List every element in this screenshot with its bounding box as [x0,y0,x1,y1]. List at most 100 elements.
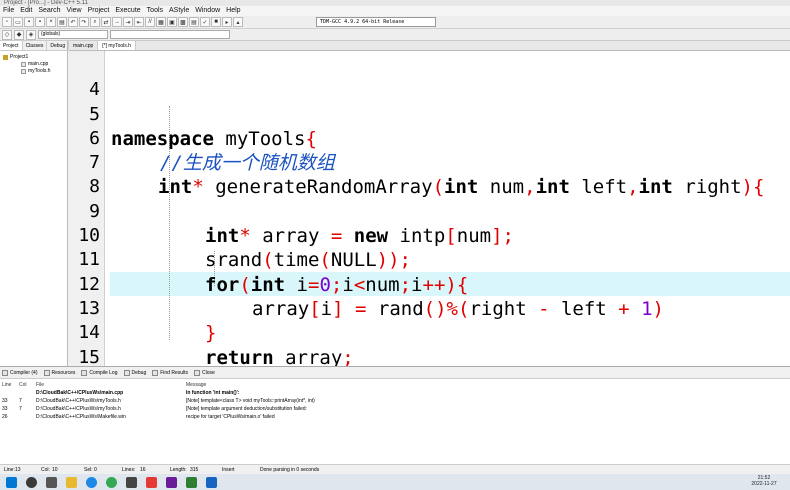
menu-bar: File Edit Search View Project Execute To… [0,6,790,16]
tree-item-project[interactable]: Project1 [3,54,64,61]
new-class-icon[interactable]: ◇ [2,29,12,40]
find-results-icon [152,369,159,376]
system-clock[interactable]: 21:52 2022-11-27 [744,475,784,487]
indent-icon[interactable]: ⇥ [123,17,133,27]
find-icon[interactable]: ⌕ [90,17,100,27]
code-line: 7 int* generateRandomArray(int num,int l… [69,127,790,198]
table-row[interactable]: 33 7 D:\CloudBak\C++\CPlusWs\myTools.h [… [0,397,790,405]
menu-file[interactable]: File [0,6,17,16]
close-icon [194,369,201,376]
goto-icon[interactable]: → [112,17,122,27]
replace-icon[interactable]: ⇄ [101,17,111,27]
app-icon[interactable] [126,476,137,488]
save-icon[interactable]: ▪ [24,17,34,27]
file-icon [21,62,26,67]
stop-icon[interactable]: ■ [211,17,221,27]
toggle-comment-icon[interactable]: // [145,17,155,27]
run-icon[interactable]: ▣ [167,17,177,27]
project-icon [3,55,8,60]
undo-icon[interactable]: ↶ [68,17,78,27]
open-folder-icon[interactable]: ▭ [13,17,23,27]
tab-debug[interactable]: Debug [47,41,70,50]
table-row[interactable]: 33 7 D:\CloudBak\C++\CPlusWs\myTools.h [… [0,405,790,413]
code-line: 16 } [69,346,790,366]
menu-help[interactable]: Help [223,6,243,16]
tab-resources[interactable]: Resources [43,367,75,378]
code-line: 9 int* array = new intp[num]; [69,176,790,247]
secondary-toolbar: ◇ ◆ ◈ (globals) [0,29,790,41]
members-select[interactable] [110,30,230,39]
status-bar: Line: 13 Col: 10 Sel: 0 Lines: 16 Length… [0,464,790,474]
compiler-panel: Compiler (4) Resources Compile Log Debug… [0,366,790,464]
menu-project[interactable]: Project [85,6,113,16]
code-line: 8 [69,151,790,197]
project-panel: Project Classes Debug Project1 main.cpp … [0,41,70,366]
app-icon[interactable] [146,476,157,488]
menu-execute[interactable]: Execute [112,6,143,16]
code-line: 14 return array; [69,297,790,366]
menu-window[interactable]: Window [192,6,223,16]
bookmark-icon[interactable]: ◈ [26,29,36,40]
search-icon[interactable] [26,476,37,488]
compiler-messages-table: Line Col File Message D:\CloudBak\C++\CP… [0,381,790,421]
menu-tools[interactable]: Tools [144,6,166,16]
compile-run-icon[interactable]: ▩ [178,17,188,27]
menu-astyle[interactable]: AStyle [166,6,192,16]
code-line: 11 for(int i=0;i<num;i++){ [69,224,790,295]
redo-icon[interactable]: ↷ [79,17,89,27]
tab-classes[interactable]: Classes [23,41,48,50]
save-all-icon[interactable]: ▪ [35,17,45,27]
close-panel-button[interactable]: Close [194,367,215,378]
windows-taskbar [0,474,790,490]
debug-icon[interactable]: ▸ [222,17,232,27]
tab-mytools-h[interactable]: [*] myTools.h [98,41,136,50]
tree-item-main-cpp[interactable]: main.cpp [3,61,64,68]
tab-project[interactable]: Project [0,41,23,50]
table-row[interactable]: 26 D:\CloudBak\C++\CPlusWs\Makefile.win … [0,413,790,421]
code-line: 4 [69,54,790,100]
compiler-select[interactable]: TDM-GCC 4.9.2 64-bit Release [316,17,436,27]
tab-find-results[interactable]: Find Results [152,367,188,378]
menu-edit[interactable]: Edit [17,6,35,16]
tree-item-mytools-h[interactable]: myTools.h [3,68,64,75]
project-tree: Project1 main.cpp myTools.h [0,51,67,78]
menu-search[interactable]: Search [35,6,63,16]
code-line: 12 array[i] = rand()%(right - left + 1) [69,248,790,320]
table-header: Line Col File Message [2,382,207,388]
tab-main-cpp[interactable]: main.cpp [69,41,99,50]
new-file-icon[interactable]: ▫ [2,17,12,27]
edge-icon[interactable] [86,476,97,488]
code-line: 6 //生成一个随机数组 [69,103,790,174]
start-icon[interactable] [6,476,17,488]
resources-icon [43,369,50,376]
chrome-icon[interactable] [106,476,117,488]
compile-log-icon [81,369,88,376]
profile-icon[interactable]: ▴ [233,17,243,27]
file-explorer-icon[interactable] [66,476,77,488]
check-icon[interactable]: ✓ [200,17,210,27]
code-line: 10 srand(time(NULL)); [69,200,790,271]
debug-icon [123,369,130,376]
close-file-icon[interactable]: × [46,17,56,27]
compiler-icon [2,369,8,376]
task-view-icon[interactable] [46,476,57,488]
clock-date: 2022-11-27 [751,481,777,487]
devcpp-icon[interactable] [206,476,217,488]
unindent-icon[interactable]: ⇤ [134,17,144,27]
globals-select[interactable]: (globals) [38,30,108,39]
table-row[interactable]: D:\CloudBak\C++\CPlusWs\main.cpp In func… [0,389,790,397]
code-line: 13 } [69,273,790,344]
tab-debug-output[interactable]: Debug [123,367,146,378]
file-tabs: main.cpp [*] myTools.h [69,41,790,51]
rebuild-icon[interactable]: ▤ [189,17,199,27]
tab-compile-log[interactable]: Compile Log [81,367,118,378]
app-icon[interactable] [166,476,177,488]
tab-compiler[interactable]: Compiler (4) [2,367,38,378]
code-line: 15 } [69,321,790,366]
app-icon[interactable] [186,476,197,488]
print-icon[interactable]: ▤ [57,17,67,27]
insert-icon[interactable]: ◆ [14,29,24,40]
compile-icon[interactable]: ▦ [156,17,166,27]
menu-view[interactable]: View [64,6,85,16]
code-editor[interactable]: 4 5 namespace myTools{ 6 //生成一个随机数组 7 in… [69,51,790,366]
